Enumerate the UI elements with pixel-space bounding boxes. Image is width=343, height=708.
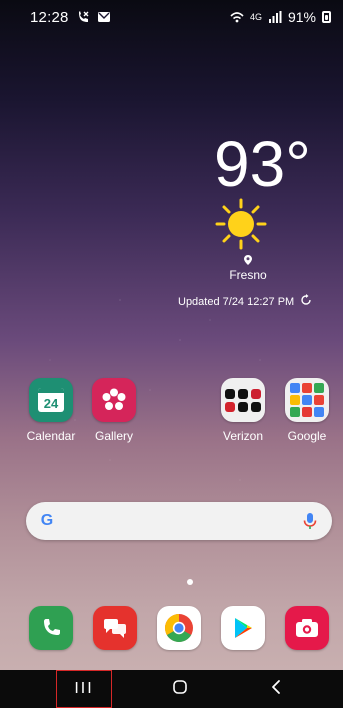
messages-icon[interactable] bbox=[93, 606, 137, 650]
app-calendar[interactable]: 24 Calendar bbox=[15, 378, 87, 443]
calendar-icon: 24 bbox=[29, 378, 73, 422]
home-icon bbox=[172, 679, 188, 700]
signal-icon bbox=[268, 10, 282, 24]
app-verizon-folder[interactable]: Verizon bbox=[207, 378, 279, 443]
refresh-icon[interactable] bbox=[300, 294, 312, 309]
wallpaper-stars bbox=[0, 0, 343, 708]
page-indicator bbox=[187, 579, 193, 585]
app-google-folder[interactable]: Google bbox=[271, 378, 343, 443]
battery-percent: 91% bbox=[287, 9, 316, 25]
phone-icon[interactable] bbox=[29, 606, 73, 650]
camera-icon[interactable] bbox=[285, 606, 329, 650]
app-gallery[interactable]: Gallery bbox=[78, 378, 150, 443]
status-bar: 12:28 4G 91% bbox=[0, 0, 343, 34]
back-icon bbox=[269, 679, 283, 700]
gallery-icon bbox=[92, 378, 136, 422]
updated-text: Updated 7/24 12:27 PM bbox=[178, 295, 295, 308]
folder-icon bbox=[221, 378, 265, 422]
status-left: 12:28 bbox=[0, 9, 111, 26]
app-label: Calendar bbox=[26, 429, 76, 443]
recent-apps-button[interactable]: III bbox=[56, 670, 112, 708]
calendar-date: 24 bbox=[43, 396, 59, 411]
weather-location[interactable]: Fresno bbox=[228, 254, 268, 282]
app-label: Google bbox=[287, 429, 327, 443]
sun-icon[interactable] bbox=[215, 198, 267, 250]
folder-icon bbox=[285, 378, 329, 422]
app-label: Verizon bbox=[222, 429, 264, 443]
status-right: 4G 91% bbox=[230, 9, 343, 25]
home-button[interactable] bbox=[150, 670, 210, 708]
location-pin-icon bbox=[244, 254, 252, 268]
google-search-bar[interactable]: G bbox=[26, 502, 332, 540]
google-logo-text: G bbox=[40, 512, 54, 529]
google-logo-icon: G bbox=[38, 512, 56, 530]
navigation-bar: III bbox=[0, 670, 343, 708]
mic-icon[interactable] bbox=[302, 512, 318, 530]
message-icon bbox=[97, 10, 111, 24]
home-screen: 12:28 4G 91% 93° Fresno Updated 7/24 12:… bbox=[0, 0, 343, 708]
weather-updated[interactable]: Updated 7/24 12:27 PM bbox=[178, 294, 318, 309]
chrome-icon[interactable] bbox=[157, 606, 201, 650]
missed-call-icon bbox=[76, 10, 90, 24]
clock: 12:28 bbox=[30, 8, 69, 26]
location-name: Fresno bbox=[229, 268, 267, 282]
back-button[interactable] bbox=[246, 670, 306, 708]
app-label: Gallery bbox=[94, 429, 133, 443]
wifi-icon bbox=[230, 10, 244, 24]
battery-icon bbox=[322, 11, 331, 23]
play-store-icon[interactable] bbox=[221, 606, 265, 650]
weather-temperature[interactable]: 93° bbox=[214, 132, 311, 196]
lte-icon: 4G bbox=[249, 11, 262, 22]
recent-apps-icon: III bbox=[74, 680, 94, 697]
